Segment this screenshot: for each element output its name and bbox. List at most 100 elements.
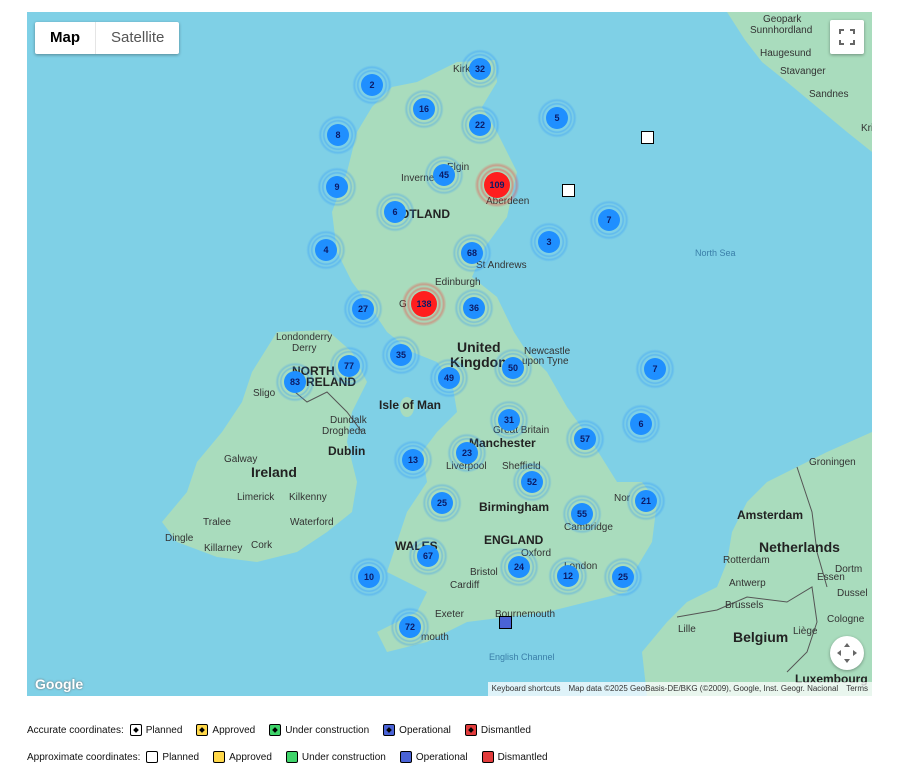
cluster-marker[interactable]: 8 [318, 115, 358, 155]
cluster-marker[interactable]: 36 [454, 288, 494, 328]
legend-item-label: Planned [145, 724, 183, 736]
map-type-map-button[interactable]: Map [35, 22, 95, 54]
terms-link[interactable]: Terms [842, 682, 872, 696]
cluster-count: 6 [630, 413, 652, 435]
cluster-count: 9 [326, 176, 348, 198]
cluster-marker[interactable]: 68 [452, 233, 492, 273]
cluster-count: 10 [358, 566, 380, 588]
legend-approx-label: Approximate coordinates: [27, 751, 141, 763]
place-label: Antwerp [729, 578, 766, 589]
fullscreen-button[interactable] [830, 20, 864, 54]
cluster-marker[interactable]: 25 [422, 483, 462, 523]
place-label: Cologne [827, 614, 865, 625]
cluster-marker[interactable]: 23 [447, 433, 487, 473]
place-label: Lille [678, 624, 696, 635]
legend-item-label: Under construction [285, 724, 370, 736]
cluster-marker[interactable]: 25 [603, 557, 643, 597]
cluster-marker[interactable]: 12 [548, 556, 588, 596]
place-label: Killarney [204, 543, 243, 554]
place-label: English Channel [489, 652, 555, 662]
cluster-marker[interactable]: 32 [460, 49, 500, 89]
cluster-count: 22 [469, 114, 491, 136]
site-marker-planned[interactable] [562, 184, 575, 197]
place-label: Netherlands [759, 539, 840, 555]
place-label: Sunnhordland [750, 25, 813, 36]
cluster-marker[interactable]: 138 [400, 280, 448, 328]
place-label: Belgium [733, 629, 789, 645]
cluster-count: 57 [574, 428, 596, 450]
cluster-marker[interactable]: 49 [429, 358, 469, 398]
place-label: Liège [793, 626, 818, 637]
place-label: Dundalk [330, 415, 367, 426]
legend-approximate-items: Planned Approved Under construction Operati… [140, 751, 555, 763]
place-label: Waterford [290, 517, 334, 528]
cluster-marker[interactable]: 3 [529, 222, 569, 262]
site-marker-operational[interactable] [499, 616, 512, 629]
diamond-icon [132, 727, 139, 733]
cluster-count: 31 [498, 409, 520, 431]
cluster-count: 49 [438, 367, 460, 389]
cluster-marker[interactable]: 13 [393, 440, 433, 480]
place-label: Ireland [251, 464, 297, 480]
cluster-marker[interactable]: 7 [635, 349, 675, 389]
cluster-marker[interactable]: 22 [460, 105, 500, 145]
legend-item-label: Operational [399, 724, 451, 736]
cluster-marker[interactable]: 45 [424, 155, 464, 195]
cluster-marker[interactable]: 27 [343, 289, 383, 329]
place-label: Stavanger [780, 66, 826, 77]
cluster-count: 7 [598, 209, 620, 231]
place-label: Groningen [809, 457, 856, 468]
place-label: Isle of Man [379, 398, 442, 412]
map-type-satellite-button[interactable]: Satellite [95, 22, 179, 54]
cluster-count: 16 [413, 98, 435, 120]
legend-item-label: Approved [229, 751, 272, 763]
legend-swatch-accurate [269, 724, 282, 736]
cluster-marker[interactable]: 2 [352, 65, 392, 105]
keyboard-shortcuts-link[interactable]: Keyboard shortcuts [488, 682, 565, 696]
cluster-marker[interactable]: 6 [621, 404, 661, 444]
cluster-marker[interactable]: 4 [306, 230, 346, 270]
place-label: Drogheda [322, 426, 366, 437]
legend-item-label: Dismantled [480, 724, 531, 736]
cluster-count: 138 [411, 291, 437, 317]
place-label: ENGLAND [484, 533, 544, 547]
cluster-count: 83 [284, 371, 306, 393]
cluster-count: 109 [484, 172, 510, 198]
map-canvas[interactable]: Geopark Sunnhordland Haugesund Stavanger San… [27, 12, 872, 696]
cluster-marker[interactable]: 6 [375, 192, 415, 232]
cluster-marker[interactable]: 9 [317, 167, 357, 207]
cluster-marker[interactable]: 7 [589, 200, 629, 240]
place-label: Brussels [725, 600, 764, 611]
legend-accurate-items: Planned Approved Under construction Operati… [124, 724, 539, 736]
legend-swatch-approx [146, 751, 159, 763]
cluster-marker[interactable]: 55 [562, 494, 602, 534]
fullscreen-icon [839, 29, 855, 45]
cluster-count: 12 [557, 565, 579, 587]
cluster-marker[interactable]: 57 [565, 419, 605, 459]
cluster-marker[interactable]: 67 [408, 536, 448, 576]
cluster-marker[interactable]: 83 [275, 362, 315, 402]
cluster-count: 72 [399, 616, 421, 638]
cluster-marker[interactable]: 35 [381, 335, 421, 375]
cluster-marker[interactable]: 72 [390, 607, 430, 647]
cluster-marker[interactable]: 21 [626, 481, 666, 521]
cluster-marker[interactable]: 24 [499, 547, 539, 587]
cluster-marker[interactable]: 109 [473, 161, 521, 209]
site-marker-planned[interactable] [641, 131, 654, 144]
cluster-count: 50 [502, 357, 524, 379]
cluster-marker[interactable]: 77 [329, 346, 369, 386]
cluster-marker[interactable]: 5 [537, 98, 577, 138]
place-label: Geopark [763, 14, 802, 25]
cluster-count: 77 [338, 355, 360, 377]
cluster-marker[interactable]: 31 [489, 400, 529, 440]
cluster-marker[interactable]: 52 [512, 462, 552, 502]
cluster-marker[interactable]: 50 [493, 348, 533, 388]
cluster-marker[interactable]: 16 [404, 89, 444, 129]
cluster-marker[interactable]: 10 [349, 557, 389, 597]
place-label: Londonderry [276, 332, 333, 343]
place-label: Edinburgh [435, 277, 481, 288]
legend-swatch-approx [481, 751, 494, 763]
camera-control-button[interactable] [830, 636, 864, 670]
place-label: Cardiff [450, 580, 480, 591]
map-type-control: Map Satellite [35, 22, 180, 54]
